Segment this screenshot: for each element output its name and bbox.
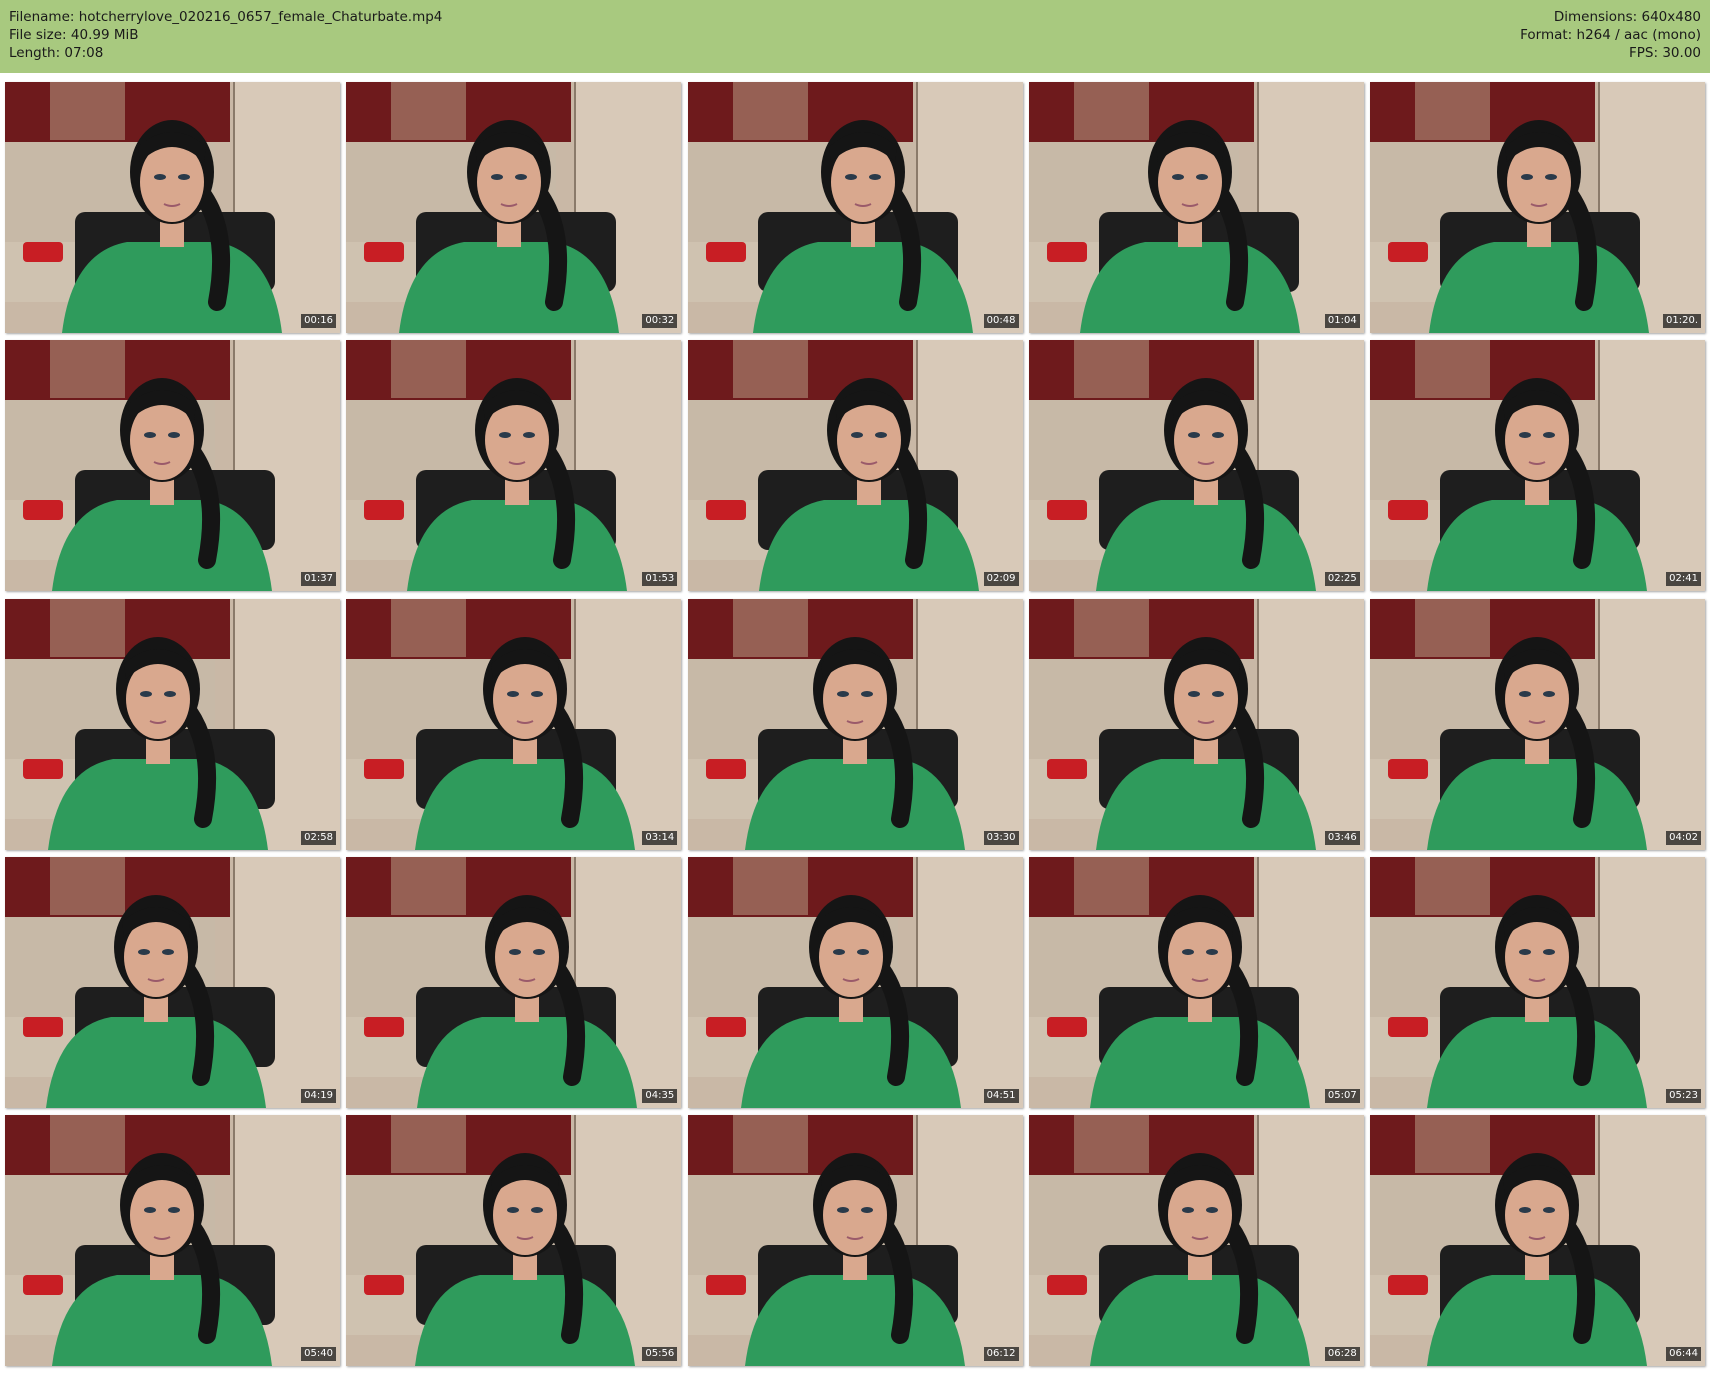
timestamp-label: 00:16: [301, 314, 336, 328]
video-frame-thumbnail: 01:53: [346, 340, 682, 592]
timestamp-label: 02:09: [983, 572, 1019, 587]
frame-illustration: [687, 82, 1023, 333]
timestamp-label: 00:48: [983, 314, 1019, 328]
length-text: Length: 07:08: [9, 45, 104, 61]
video-frame-thumbnail: 04:51: [687, 856, 1023, 1108]
frame-illustration: [687, 598, 1023, 850]
frame-illustration: [346, 598, 682, 850]
timestamp-label: 06:44: [1666, 1347, 1701, 1361]
timestamp-label: 05:40: [301, 1347, 336, 1361]
timestamp-label: 05:07: [1324, 1088, 1360, 1103]
video-frame-thumbnail: 01:04: [1028, 82, 1364, 333]
timestamp-label: 03:46: [1324, 830, 1360, 845]
timestamp-label: 03:30: [983, 830, 1019, 845]
frame-illustration: [346, 856, 682, 1108]
timestamp-label: 01:20.: [1663, 314, 1701, 328]
frame-illustration: [687, 1115, 1023, 1366]
video-frame-thumbnail: 02:58: [5, 598, 340, 850]
video-frame-thumbnail: 02:25: [1028, 340, 1364, 592]
video-frame-thumbnail: 01:37: [5, 340, 340, 592]
frame-illustration: [687, 856, 1023, 1108]
timestamp-label: 01:37: [301, 572, 336, 587]
fps-text: FPS: 30.00: [1629, 45, 1701, 61]
frame-illustration: [5, 1115, 340, 1366]
meta-right-block: Dimensions: 640x480 Format: h264 / aac (…: [1520, 8, 1701, 62]
video-frame-thumbnail: 02:41: [1370, 340, 1705, 592]
meta-left-block: Filename: hotcherrylove_020216_0657_fema…: [9, 8, 442, 62]
filename-text: Filename: hotcherrylove_020216_0657_fema…: [9, 9, 443, 25]
timestamp-label: 04:35: [642, 1088, 678, 1103]
info-header: Filename: hotcherrylove_020216_0657_fema…: [0, 0, 1710, 73]
video-frame-thumbnail: 04:19: [5, 856, 340, 1108]
thumbnail-grid: 00:16 00:32 00:48 01:04 01:20. 01:37 01:…: [5, 82, 1705, 1370]
video-frame-thumbnail: 00:48: [687, 82, 1023, 333]
video-frame-thumbnail: 06:44: [1370, 1115, 1705, 1366]
video-frame-thumbnail: 01:20.: [1370, 82, 1705, 333]
frame-illustration: [1028, 82, 1364, 333]
frame-illustration: [5, 598, 340, 850]
frame-illustration: [5, 856, 340, 1108]
timestamp-label: 06:28: [1324, 1347, 1360, 1361]
video-frame-thumbnail: 05:40: [5, 1115, 340, 1366]
video-frame-thumbnail: 05:23: [1370, 856, 1705, 1108]
timestamp-label: 01:53: [642, 572, 678, 587]
frame-illustration: [687, 340, 1023, 592]
timestamp-label: 00:32: [642, 314, 678, 328]
timestamp-label: 06:12: [983, 1347, 1019, 1361]
timestamp-label: 04:19: [301, 1088, 336, 1103]
frame-illustration: [1370, 598, 1705, 850]
frame-illustration: [346, 1115, 682, 1366]
frame-illustration: [1370, 340, 1705, 592]
frame-illustration: [346, 82, 682, 333]
video-frame-thumbnail: 04:02: [1370, 598, 1705, 850]
video-frame-thumbnail: 06:28: [1028, 1115, 1364, 1366]
timestamp-label: 05:23: [1666, 1088, 1701, 1103]
video-frame-thumbnail: 05:56: [346, 1115, 682, 1366]
frame-illustration: [1028, 1115, 1364, 1366]
frame-illustration: [346, 340, 682, 592]
dimensions-text: Dimensions: 640x480: [1553, 9, 1701, 25]
video-frame-thumbnail: 06:12: [687, 1115, 1023, 1366]
format-text: Format: h264 / aac (mono): [1520, 27, 1701, 43]
frame-illustration: [1028, 598, 1364, 850]
frame-illustration: [1370, 856, 1705, 1108]
video-frame-thumbnail: 05:07: [1028, 856, 1364, 1108]
video-frame-thumbnail: 00:16: [5, 82, 340, 333]
video-frame-thumbnail: 03:46: [1028, 598, 1364, 850]
frame-illustration: [5, 82, 340, 333]
frame-illustration: [1370, 82, 1705, 333]
frame-illustration: [1370, 1115, 1705, 1366]
timestamp-label: 02:25: [1324, 572, 1360, 587]
timestamp-label: 04:51: [983, 1088, 1019, 1103]
video-frame-thumbnail: 04:35: [346, 856, 682, 1108]
timestamp-label: 02:41: [1666, 572, 1701, 587]
frame-illustration: [1028, 340, 1364, 592]
frame-illustration: [5, 340, 340, 592]
timestamp-label: 02:58: [301, 830, 336, 845]
video-frame-thumbnail: 03:30: [687, 598, 1023, 850]
timestamp-label: 03:14: [642, 830, 678, 845]
timestamp-label: 04:02: [1666, 830, 1701, 845]
frame-illustration: [1028, 856, 1364, 1108]
timestamp-label: 01:04: [1324, 314, 1360, 328]
video-frame-thumbnail: 03:14: [346, 598, 682, 850]
file-size-text: File size: 40.99 MiB: [9, 27, 139, 43]
timestamp-label: 05:56: [642, 1347, 678, 1361]
video-frame-thumbnail: 00:32: [346, 82, 682, 333]
video-frame-thumbnail: 02:09: [687, 340, 1023, 592]
